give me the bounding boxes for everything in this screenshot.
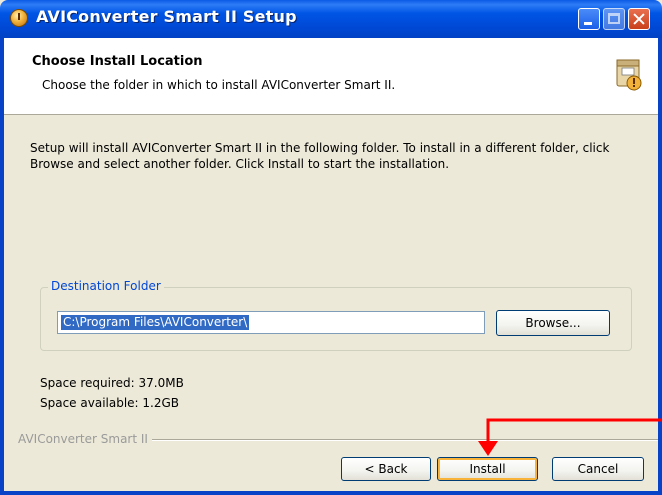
page-header: Choose Install Location Choose the folde… <box>4 38 658 115</box>
page-title: Choose Install Location <box>32 54 203 69</box>
maximize-button <box>603 8 625 30</box>
title-bar[interactable]: AVIConverter Smart II Setup <box>0 0 662 38</box>
installer-box-icon <box>616 59 642 91</box>
destination-folder-label: Destination Folder <box>48 279 164 293</box>
destination-path-text: C:\Program Files\AVIConverter\ <box>61 315 250 330</box>
window-title: AVIConverter Smart II Setup <box>36 7 297 26</box>
window-border-bottom <box>0 491 662 495</box>
minimize-button[interactable] <box>578 8 600 30</box>
close-button[interactable] <box>628 8 650 30</box>
install-button[interactable]: Install <box>437 457 538 481</box>
space-required: Space required: 37.0MB <box>40 376 184 390</box>
cancel-button[interactable]: Cancel <box>552 457 644 481</box>
setup-disc-icon <box>10 9 28 27</box>
footer-brand: AVIConverter Smart II <box>18 432 152 446</box>
page-subtitle: Choose the folder in which to install AV… <box>42 78 396 92</box>
back-button[interactable]: < Back <box>341 457 431 481</box>
space-available: Space available: 1.2GB <box>40 396 180 410</box>
browse-button[interactable]: Browse... <box>496 310 610 336</box>
window-border-right <box>658 38 662 495</box>
destination-path-input[interactable]: C:\Program Files\AVIConverter\ <box>57 311 485 334</box>
setup-window: AVIConverter Smart II Setup Choose Insta… <box>0 0 662 495</box>
install-description: Setup will install AVIConverter Smart II… <box>30 141 610 171</box>
